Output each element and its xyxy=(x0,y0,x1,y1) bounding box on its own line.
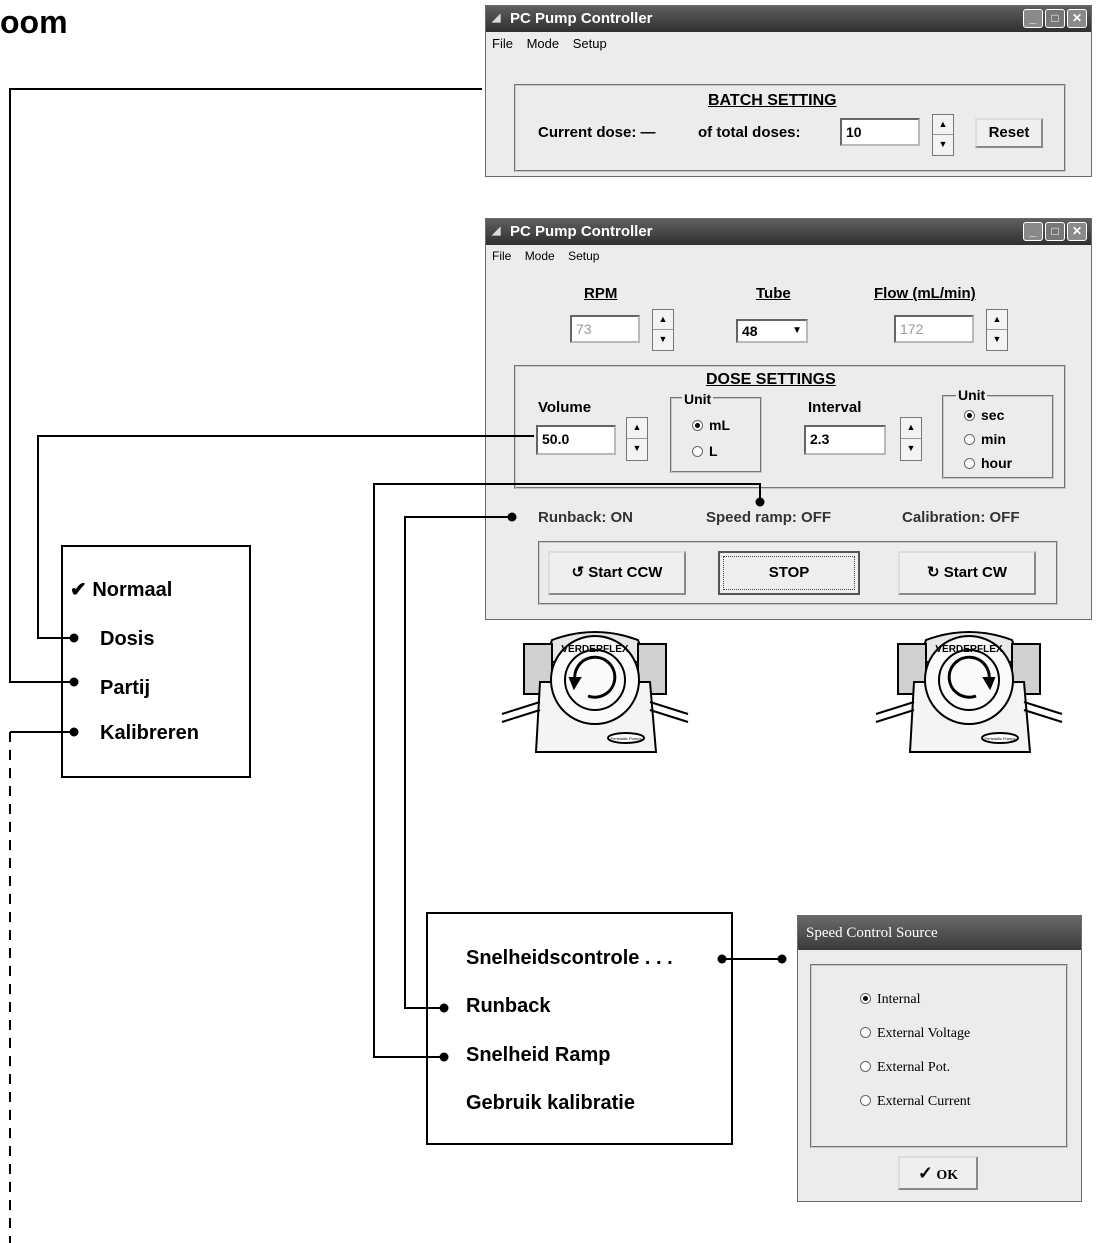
connector-dot xyxy=(755,497,765,507)
connector-dot xyxy=(69,677,79,687)
connector-partij xyxy=(9,88,482,683)
connector-dot xyxy=(507,512,517,522)
connector-dot xyxy=(439,1003,449,1013)
connector-dot xyxy=(777,954,787,964)
connector-dot xyxy=(717,954,727,964)
connector-dot xyxy=(439,1052,449,1062)
connector-runback xyxy=(404,516,512,1009)
connector-dot xyxy=(69,633,79,643)
connector-lines xyxy=(9,88,787,1243)
connector-speed-ramp xyxy=(373,483,761,1058)
connector-dosis xyxy=(37,435,534,639)
connector-dot xyxy=(69,727,79,737)
